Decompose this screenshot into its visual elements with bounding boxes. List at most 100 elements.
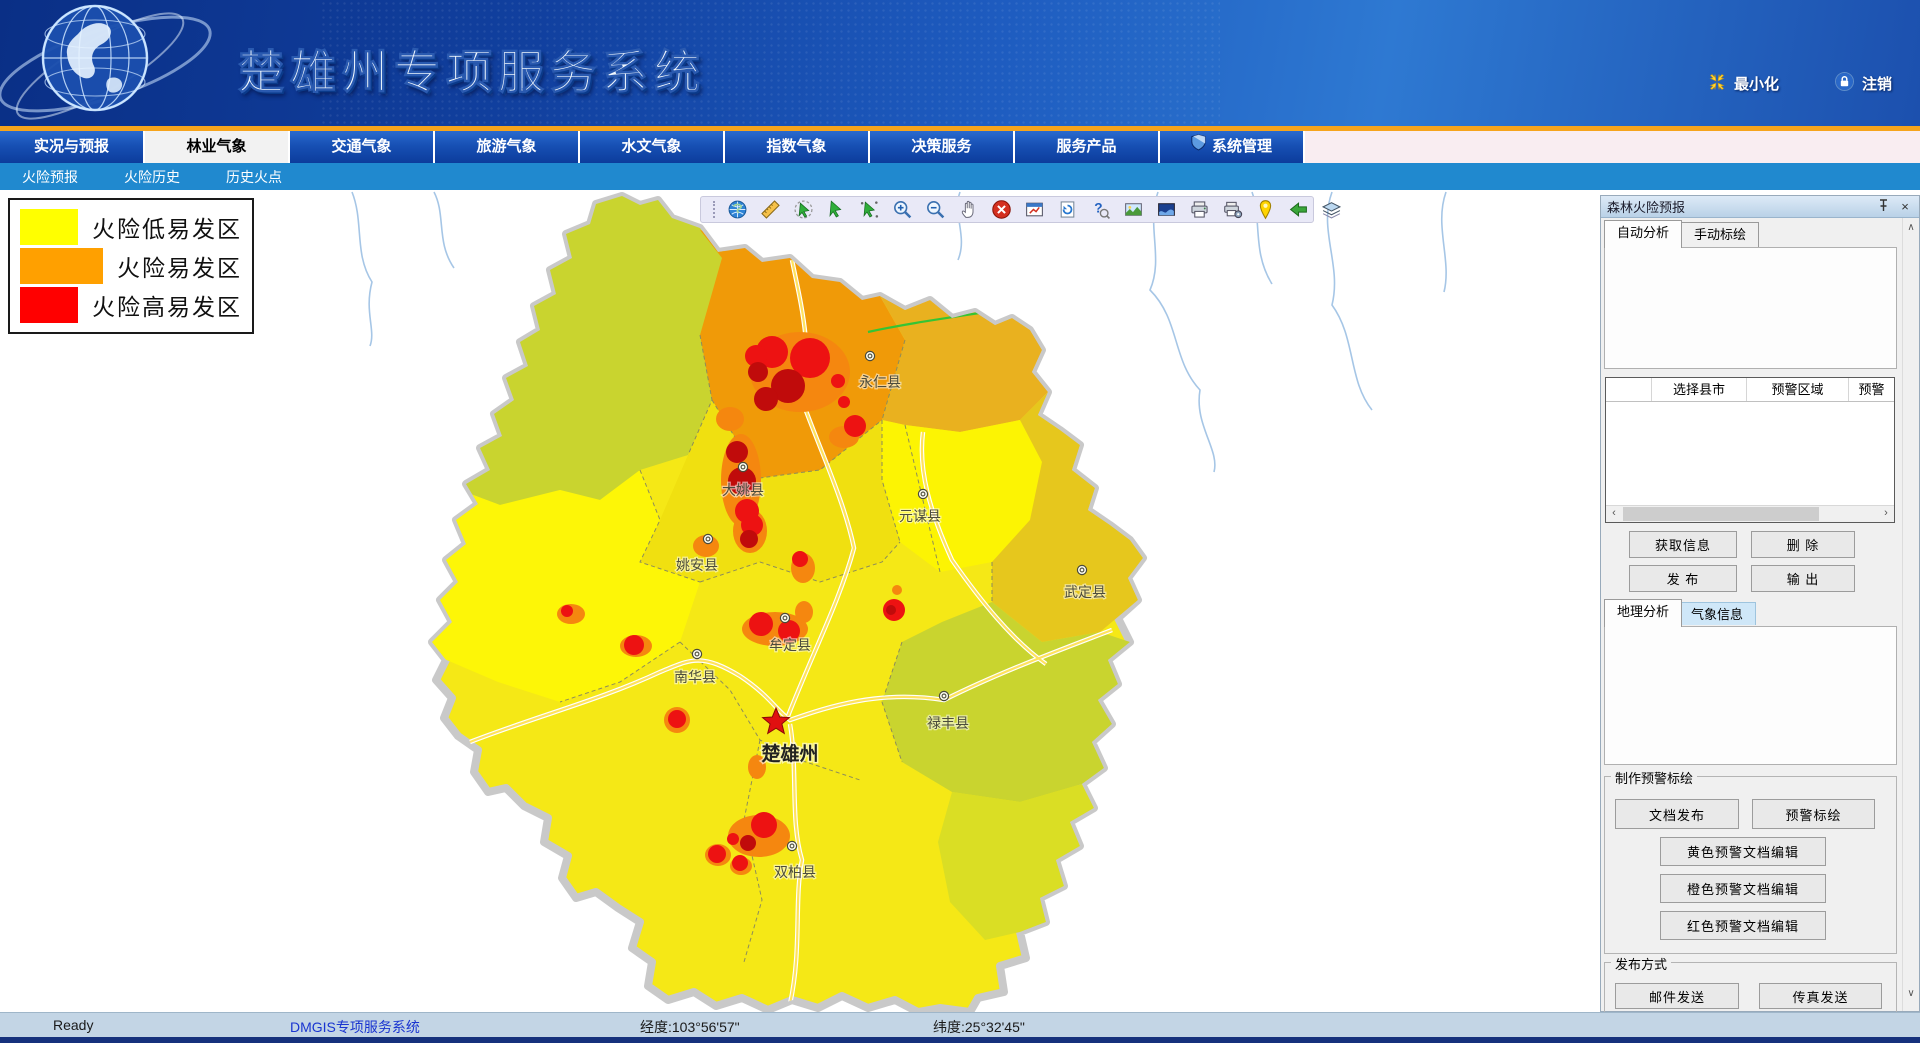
legend-label-medium: 火险易发区: [117, 249, 242, 283]
get-info-button[interactable]: 获取信息: [1629, 531, 1737, 558]
back-arrow-icon[interactable]: [1288, 199, 1309, 220]
toolbar-grip-handle[interactable]: [713, 201, 715, 218]
doc-publish-button[interactable]: 文档发布: [1615, 799, 1739, 829]
shield-icon: [1191, 131, 1206, 163]
status-latitude: 纬度:25°32'45": [933, 1017, 1025, 1037]
map-area: 永仁县 元谋县 大姚县 姚安县 武定县 牟定县 南华县 禄丰县 双柏县 楚雄州 …: [0, 190, 1920, 1012]
layers-icon[interactable]: [1321, 199, 1342, 220]
svg-text:牟定县: 牟定县: [769, 637, 811, 653]
close-panel-icon[interactable]: ×: [1897, 199, 1913, 214]
publish-group-title: 发布方式: [1611, 954, 1671, 973]
col-county: 选择县市: [1652, 378, 1747, 401]
select-features-icon[interactable]: [859, 199, 880, 220]
tab-tourism-weather[interactable]: 旅游气象: [435, 131, 580, 163]
orange-warning-doc-button[interactable]: 橙色预警文档编辑: [1660, 874, 1826, 903]
hscroll-thumb[interactable]: [1623, 507, 1819, 521]
geo-analysis-page: [1604, 626, 1897, 765]
marking-group: 制作预警标绘 文档发布 预警标绘 黄色预警文档编辑 橙色预警文档编辑 红色预警文…: [1604, 776, 1897, 954]
measure-ruler-icon[interactable]: [760, 199, 781, 220]
image-export-icon[interactable]: [1123, 199, 1144, 220]
fire-risk-legend: 火险低易发区 火险易发区 火险高易发区: [8, 198, 254, 334]
tab-traffic-weather[interactable]: 交通气象: [290, 131, 435, 163]
scroll-up-icon[interactable]: ∧: [1903, 220, 1919, 237]
tab-service-products[interactable]: 服务产品: [1015, 131, 1160, 163]
globe-icon[interactable]: [727, 199, 748, 220]
print-icon[interactable]: [1189, 199, 1210, 220]
svg-text:?: ?: [1094, 201, 1102, 216]
identify-icon[interactable]: ?: [1090, 199, 1111, 220]
delete-button[interactable]: 删 除: [1751, 531, 1855, 558]
pan-hand-icon[interactable]: [958, 199, 979, 220]
tab-manual-plot[interactable]: 手动标绘: [1681, 222, 1759, 248]
email-send-button[interactable]: 邮件发送: [1615, 983, 1739, 1009]
subnav-fire-forecast[interactable]: 火险预报: [22, 167, 78, 187]
panel-title: 森林火险预报: [1607, 197, 1869, 216]
publish-group: 发布方式 邮件发送 传真发送: [1604, 962, 1897, 1012]
panel-scrollbar[interactable]: ∧ ∨: [1902, 218, 1919, 1011]
table-header-row: 选择县市 预警区域 预警: [1606, 378, 1894, 402]
scroll-down-icon[interactable]: ∨: [1903, 986, 1919, 1003]
svg-text:元谋县: 元谋县: [899, 508, 941, 524]
red-warning-doc-button[interactable]: 红色预警文档编辑: [1660, 911, 1826, 940]
legend-swatch-low: [20, 209, 78, 245]
scroll-left-icon[interactable]: ‹: [1606, 506, 1622, 522]
svg-text:姚安县: 姚安县: [676, 557, 718, 573]
tab-auto-analysis[interactable]: 自动分析: [1604, 220, 1682, 248]
col-warn-area: 预警区域: [1747, 378, 1849, 401]
legend-swatch-medium: [20, 248, 103, 284]
minimize-label: 最小化: [1734, 73, 1779, 94]
marker-pin-icon[interactable]: [1255, 199, 1276, 220]
logout-label: 注销: [1862, 73, 1892, 94]
warning-table[interactable]: 选择县市 预警区域 预警 ‹ ›: [1605, 377, 1895, 523]
svg-text:大姚县: 大姚县: [722, 482, 764, 498]
status-ready: Ready: [53, 1017, 93, 1033]
col-warn: 预警: [1849, 378, 1894, 401]
col-blank: [1606, 378, 1652, 401]
status-system-link[interactable]: DMGIS专项服务系统: [290, 1017, 420, 1037]
pin-panel-icon[interactable]: [1875, 199, 1891, 215]
svg-text:武定县: 武定县: [1064, 584, 1106, 600]
marking-group-title: 制作预警标绘: [1611, 768, 1697, 787]
prefecture-label: 楚雄州: [761, 742, 818, 765]
auto-analysis-page: [1604, 247, 1897, 369]
tab-index-weather[interactable]: 指数气象: [725, 131, 870, 163]
select-by-circle-icon[interactable]: [793, 199, 814, 220]
full-extent-icon[interactable]: [1024, 199, 1045, 220]
app-header: 楚雄州专项服务系统 最小化: [0, 0, 1920, 126]
tab-geo-analysis[interactable]: 地理分析: [1604, 599, 1682, 627]
zoom-in-icon[interactable]: [892, 199, 913, 220]
warn-mark-button[interactable]: 预警标绘: [1752, 799, 1875, 829]
subnav-historic-firepoints[interactable]: 历史火点: [226, 167, 282, 187]
table-hscrollbar[interactable]: ‹ ›: [1606, 505, 1894, 522]
publish-button[interactable]: 发 布: [1629, 565, 1737, 592]
stop-icon[interactable]: [991, 199, 1012, 220]
forest-fire-panel: 森林火险预报 × ∧ ∨ 自动分析 手动标绘 预警日期 2023年 6月16日∨…: [1600, 195, 1920, 1012]
app-window: 楚雄州专项服务系统 最小化: [0, 0, 1920, 1043]
legend-label-high: 火险高易发区: [92, 288, 242, 322]
tab-weather-info[interactable]: 气象信息: [1678, 602, 1756, 625]
fax-send-button[interactable]: 传真发送: [1759, 983, 1882, 1009]
minimize-icon: [1708, 73, 1726, 95]
legend-item-low: 火险低易发区: [20, 208, 242, 246]
select-arrow-icon[interactable]: [826, 199, 847, 220]
tab-forestry-weather[interactable]: 林业气象: [145, 131, 290, 163]
subnav-fire-history[interactable]: 火险历史: [124, 167, 180, 187]
print-setup-icon[interactable]: [1222, 199, 1243, 220]
bottom-strip: [0, 1037, 1920, 1043]
tab-system-admin[interactable]: 系统管理: [1160, 131, 1305, 163]
tab-decision-service[interactable]: 决策服务: [870, 131, 1015, 163]
export-button[interactable]: 输 出: [1751, 565, 1855, 592]
image-swatch-icon[interactable]: [1156, 199, 1177, 220]
svg-text:双柏县: 双柏县: [774, 864, 816, 880]
scroll-right-icon[interactable]: ›: [1878, 506, 1894, 522]
zoom-out-icon[interactable]: [925, 199, 946, 220]
tab-system-admin-label: 系统管理: [1212, 131, 1272, 163]
panel-titlebar: 森林火险预报 ×: [1601, 196, 1919, 218]
status-bar: Ready DMGIS专项服务系统 经度:103°56'57" 纬度:25°32…: [0, 1012, 1920, 1037]
tab-hydro-weather[interactable]: 水文气象: [580, 131, 725, 163]
refresh-icon[interactable]: [1057, 199, 1078, 220]
logout-button[interactable]: 注销: [1835, 72, 1892, 95]
minimize-button[interactable]: 最小化: [1708, 72, 1779, 95]
yellow-warning-doc-button[interactable]: 黄色预警文档编辑: [1660, 837, 1826, 866]
tab-live-forecast[interactable]: 实况与预报: [0, 131, 145, 163]
